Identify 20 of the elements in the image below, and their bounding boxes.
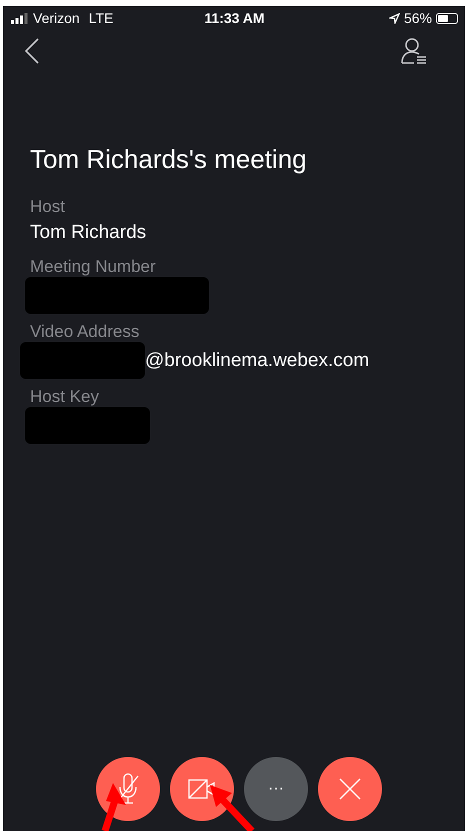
signal-icon xyxy=(11,12,28,24)
meeting-title: Tom Richards's meeting xyxy=(30,144,308,175)
participants-icon[interactable] xyxy=(400,37,428,65)
more-button[interactable]: ··· xyxy=(244,757,308,821)
annotation-arrow xyxy=(101,781,127,831)
battery-icon xyxy=(436,12,458,24)
location-icon xyxy=(388,12,400,24)
carrier-name: Verizon xyxy=(33,10,80,26)
field-value: @brooklinema.webex.com xyxy=(145,350,370,372)
video-off-icon xyxy=(187,777,217,801)
field-label: Host xyxy=(30,197,66,217)
field-label: Meeting Number xyxy=(30,257,157,277)
close-icon xyxy=(339,778,361,800)
field-label: Video Address xyxy=(30,322,140,342)
back-icon[interactable] xyxy=(25,38,39,64)
field-label: Host Key xyxy=(30,387,100,407)
field-value: Tom Richards xyxy=(30,222,146,244)
battery-percent: 56% xyxy=(404,10,432,26)
network-type: LTE xyxy=(88,10,114,26)
clock-time: 11:33 AM xyxy=(204,10,265,26)
